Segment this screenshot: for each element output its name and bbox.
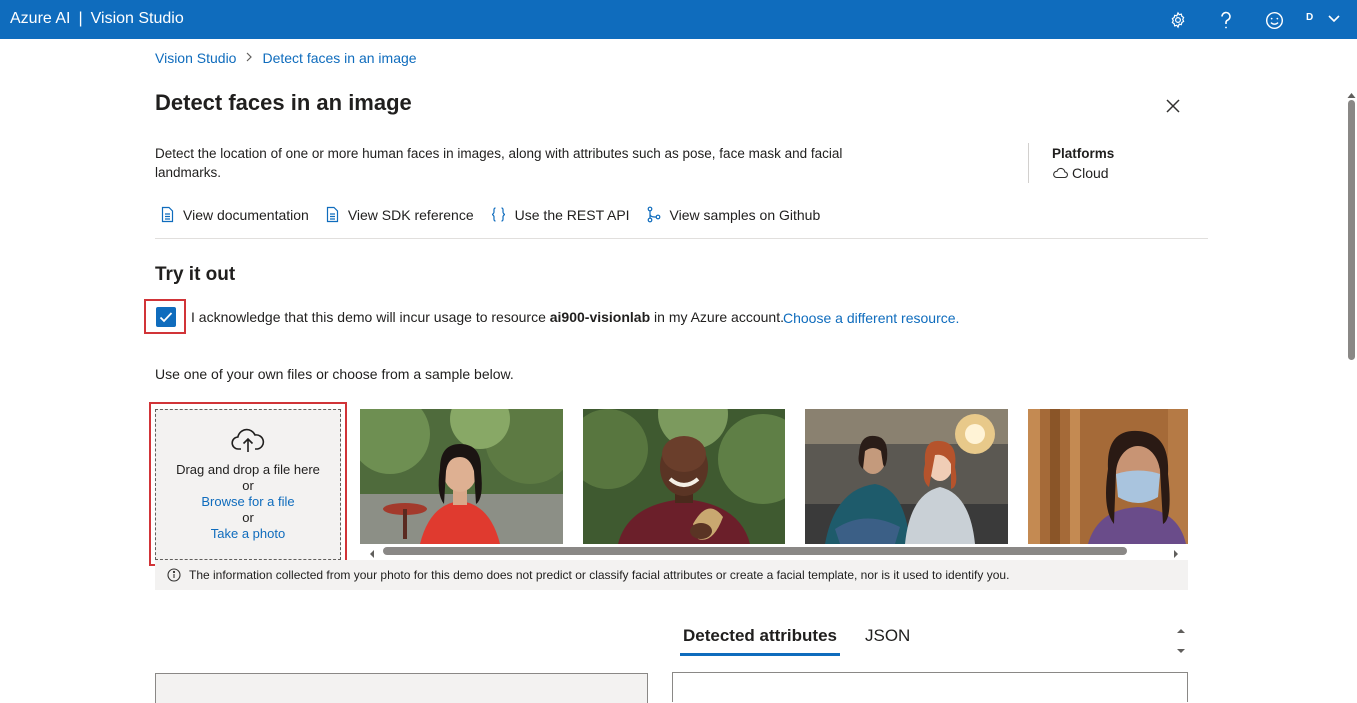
acknowledge-text: I acknowledge that this demo will incur … bbox=[191, 309, 784, 325]
help-icon[interactable] bbox=[1213, 7, 1239, 33]
upload-drop-zone[interactable]: Drag and drop a file here or Browse for … bbox=[155, 409, 341, 560]
app-brand[interactable]: Azure AI | Vision Studio bbox=[10, 10, 184, 28]
brand-separator: | bbox=[78, 10, 83, 27]
brand-name: Azure AI bbox=[10, 10, 71, 27]
sample-image-two-women-office[interactable] bbox=[805, 409, 1008, 544]
view-documentation-label: View documentation bbox=[183, 206, 309, 223]
use-files-text: Use one of your own files or choose from… bbox=[155, 366, 514, 382]
branch-icon bbox=[647, 206, 660, 223]
view-github-samples-label: View samples on Github bbox=[669, 206, 821, 223]
platforms-heading: Platforms bbox=[1052, 146, 1115, 161]
divider bbox=[1028, 143, 1029, 183]
cloud-icon bbox=[1052, 167, 1068, 179]
acknowledge-suffix: in my Azure account. bbox=[650, 309, 784, 325]
use-rest-api-label: Use the REST API bbox=[514, 206, 630, 223]
breadcrumb: Vision Studio Detect faces in an image bbox=[155, 50, 417, 66]
drag-drop-text: Drag and drop a file here bbox=[176, 462, 320, 477]
scroll-up-arrow-icon[interactable] bbox=[1176, 622, 1186, 640]
view-sdk-reference-link[interactable]: View SDK reference bbox=[325, 206, 474, 223]
or-text: or bbox=[242, 510, 254, 525]
results-panel bbox=[672, 672, 1188, 702]
results-tabs: Detected attributes JSON bbox=[680, 626, 935, 656]
breadcrumb-current-link[interactable]: Detect faces in an image bbox=[262, 50, 416, 66]
info-icon bbox=[167, 568, 181, 582]
tab-json[interactable]: JSON bbox=[862, 626, 913, 656]
breadcrumb-root-link[interactable]: Vision Studio bbox=[155, 50, 236, 66]
sample-image-woman-face-mask[interactable] bbox=[1028, 409, 1188, 544]
sample-image-man-holding-mask[interactable] bbox=[583, 409, 785, 544]
acknowledge-checkbox[interactable] bbox=[156, 307, 176, 327]
page-scrollbar-thumb[interactable] bbox=[1348, 100, 1355, 360]
or-text: or bbox=[242, 478, 254, 493]
chevron-down-icon[interactable] bbox=[1326, 10, 1342, 31]
platform-label: Cloud bbox=[1072, 165, 1109, 181]
platforms-section: Platforms Cloud bbox=[1052, 146, 1114, 181]
image-preview-panel bbox=[155, 673, 648, 703]
view-documentation-link[interactable]: View documentation bbox=[160, 206, 309, 223]
close-icon[interactable] bbox=[1162, 95, 1184, 117]
cloud-upload-icon bbox=[231, 428, 265, 452]
product-name: Vision Studio bbox=[90, 10, 184, 27]
view-github-samples-link[interactable]: View samples on Github bbox=[646, 206, 821, 223]
try-it-out-heading: Try it out bbox=[155, 264, 236, 285]
browse-file-link[interactable]: Browse for a file bbox=[201, 494, 294, 510]
sample-image-woman-red-dress[interactable] bbox=[360, 409, 563, 544]
samples-scrollbar-thumb[interactable] bbox=[383, 547, 1127, 555]
chevron-right-icon bbox=[245, 51, 253, 65]
section-divider bbox=[155, 238, 1208, 239]
page-title: Detect faces in an image bbox=[155, 90, 412, 115]
avatar[interactable]: D bbox=[1306, 12, 1313, 23]
checkmark-icon bbox=[159, 312, 173, 323]
privacy-notice-text: The information collected from your phot… bbox=[189, 568, 1010, 582]
document-icon bbox=[161, 206, 174, 223]
take-photo-link[interactable]: Take a photo bbox=[211, 526, 285, 542]
gear-icon[interactable] bbox=[1165, 7, 1191, 33]
resource-name: ai900-visionlab bbox=[549, 309, 651, 325]
document-icon bbox=[326, 206, 338, 223]
resource-links: View documentation View SDK reference Us… bbox=[160, 206, 836, 223]
choose-different-resource-link[interactable]: Choose a different resource. bbox=[783, 310, 959, 326]
page-scrollbar[interactable] bbox=[1346, 84, 1357, 692]
feedback-smiley-icon[interactable] bbox=[1261, 7, 1287, 33]
page-description: Detect the location of one or more human… bbox=[155, 146, 843, 180]
braces-icon bbox=[491, 207, 505, 222]
use-rest-api-link[interactable]: Use the REST API bbox=[490, 206, 630, 223]
privacy-notice: The information collected from your phot… bbox=[155, 560, 1188, 590]
scroll-down-arrow-icon[interactable] bbox=[1176, 642, 1186, 660]
top-bar: Azure AI | Vision Studio D bbox=[0, 0, 1357, 39]
tab-detected-attributes[interactable]: Detected attributes bbox=[680, 626, 840, 656]
view-sdk-reference-label: View SDK reference bbox=[347, 206, 474, 223]
acknowledge-prefix: I acknowledge that this demo will incur … bbox=[191, 309, 550, 325]
platform-value: Cloud bbox=[1052, 165, 1114, 181]
